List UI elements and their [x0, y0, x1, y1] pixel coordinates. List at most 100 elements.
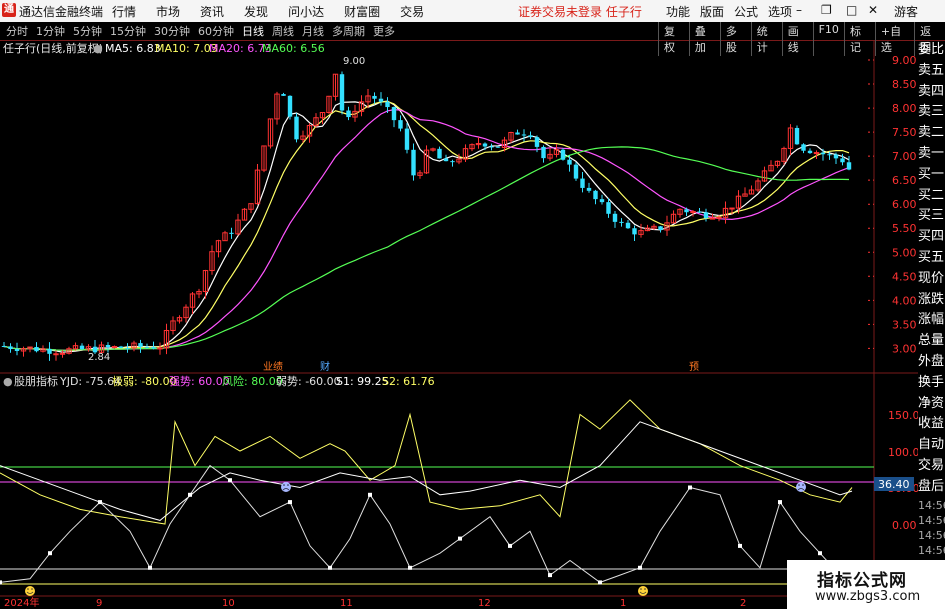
candle-body [294, 116, 299, 140]
candle-body [846, 162, 852, 170]
sidebar-item[interactable]: 14:56 [918, 543, 945, 558]
candle-body [372, 95, 377, 99]
yjd-marker [0, 580, 2, 585]
sidebar-item[interactable]: 卖五 [918, 61, 945, 82]
yjd-marker [738, 543, 742, 548]
sidebar-item[interactable]: 外盘 [918, 352, 945, 373]
tab-multi-period[interactable]: 多周期 [332, 23, 365, 39]
maximize-icon[interactable]: □ [846, 3, 857, 17]
user-label[interactable]: 游客 [894, 3, 918, 20]
menu-item-options[interactable]: 选项 [768, 3, 792, 20]
indicator-name: 股朋指标 [14, 374, 58, 388]
sidebar-item[interactable]: 买二 [918, 186, 945, 207]
sidebar-item[interactable]: 涨跌 [918, 290, 945, 311]
menu-item-market[interactable]: 市场 [156, 3, 180, 20]
close-icon[interactable]: ✕ [868, 3, 878, 17]
sad-face-icon [281, 482, 291, 492]
yjd-marker [228, 478, 232, 483]
yjd-marker [638, 565, 642, 570]
sidebar-item[interactable]: 委比 [918, 40, 945, 61]
tab-60min[interactable]: 60分钟 [198, 23, 234, 39]
tab-15min[interactable]: 15分钟 [110, 23, 146, 39]
candle-body [813, 152, 820, 155]
x-label-feb: 2 [740, 598, 746, 609]
candle-body [151, 346, 156, 349]
candle-body [632, 228, 637, 235]
sidebar-item[interactable]: 买一 [918, 165, 945, 186]
menu-item-community[interactable]: 财富圈 [344, 3, 380, 20]
menu-item-layout[interactable]: 版面 [700, 3, 724, 20]
app-title: 通达信金融终端 [19, 5, 104, 19]
sidebar-item[interactable]: 现价 [918, 269, 945, 290]
sidebar-item[interactable]: 盘后 [918, 477, 945, 498]
candle-body [346, 110, 351, 118]
sidebar-item[interactable]: 净资 [918, 394, 945, 415]
sidebar-item[interactable]: 自动 [918, 435, 945, 456]
ind-tick-150: 150.0 [888, 409, 918, 422]
tab-30min[interactable]: 30分钟 [154, 23, 190, 39]
tab-daily[interactable]: 日线 [242, 23, 264, 39]
menu-item-assistant[interactable]: 问小达 [288, 3, 324, 20]
sidebar-item[interactable]: 买三 [918, 206, 945, 227]
tab-1min[interactable]: 1分钟 [36, 23, 65, 39]
candle-body [79, 345, 85, 350]
login-warning[interactable]: 证券交易未登录 任子行 [518, 3, 642, 20]
sidebar-item[interactable]: 总量 [918, 331, 945, 352]
sidebar-item[interactable]: 14:56 [918, 498, 945, 513]
sidebar-item[interactable]: 卖三 [918, 102, 945, 123]
restore-icon[interactable]: ❐ [821, 3, 832, 17]
x-label-nov: 11 [340, 598, 353, 609]
yjd-marker [188, 492, 192, 497]
yjd-marker [458, 536, 462, 541]
candle-body [820, 152, 826, 155]
minimize-icon[interactable]: – [796, 3, 802, 17]
event-marker-finance[interactable]: 财 [320, 360, 330, 373]
sidebar-item[interactable]: 14:56 [918, 513, 945, 528]
sidebar-item[interactable]: 买四 [918, 227, 945, 248]
sidebar-item[interactable]: 14:56 [918, 528, 945, 543]
menu-item-formula[interactable]: 公式 [734, 3, 758, 20]
candle-body [729, 207, 735, 210]
price-tick: 9.00 [892, 54, 917, 67]
x-label-dec: 12 [478, 598, 491, 609]
settings-dot-icon[interactable]: ● [93, 42, 103, 55]
strong-legend: 强势: 60.00 [169, 375, 230, 388]
candle-body [157, 347, 163, 350]
smile-face-icon [638, 586, 648, 596]
tab-more[interactable]: 更多 [373, 23, 395, 39]
candle-body [541, 146, 546, 159]
stock-chart-area[interactable]: 9.00 8.50 8.00 7.50 7.00 6.50 6.00 5.50 5.00 4.50… [0, 40, 918, 609]
menu-item-discover[interactable]: 发现 [244, 3, 268, 20]
candle-body [697, 211, 702, 213]
current-value: 36.40 [878, 478, 910, 491]
menu-item-trade[interactable]: 交易 [400, 3, 424, 20]
sidebar-item[interactable]: 买五 [918, 248, 945, 269]
tab-weekly[interactable]: 周线 [272, 23, 294, 39]
tab-timeshare[interactable]: 分时 [6, 23, 28, 39]
tab-5min[interactable]: 5分钟 [73, 23, 102, 39]
price-tick: 6.50 [892, 174, 917, 187]
menu-item-news[interactable]: 资讯 [200, 3, 224, 20]
sidebar-item[interactable]: 涨幅 [918, 310, 945, 331]
menu-item-function[interactable]: 功能 [666, 3, 690, 20]
yjd-marker [778, 500, 782, 505]
candle-body [515, 132, 520, 135]
yjd-marker [408, 565, 412, 570]
sidebar-item[interactable]: 卖一 [918, 144, 945, 165]
candle-body [138, 343, 143, 347]
risk-legend: 风险: 80.00 [222, 374, 283, 388]
smile-face-icon [25, 586, 35, 596]
sidebar-item[interactable]: 卖四 [918, 82, 945, 103]
sidebar-item[interactable]: 卖二 [918, 123, 945, 144]
tab-monthly[interactable]: 月线 [302, 23, 324, 39]
event-marker-earnings[interactable]: 业绩 [263, 360, 283, 373]
menu-item-quotes[interactable]: 行情 [112, 3, 136, 20]
candle-body [612, 213, 618, 222]
indicator-dot-icon[interactable]: ● [3, 375, 13, 388]
event-marker-forecast[interactable]: 预 [689, 361, 699, 373]
sidebar-item[interactable]: 交易 [918, 456, 945, 477]
sidebar-item[interactable]: 换手 [918, 373, 945, 394]
candle-body [411, 149, 416, 176]
sidebar-item[interactable]: 收益 [918, 414, 945, 435]
yjd-marker [508, 543, 512, 548]
